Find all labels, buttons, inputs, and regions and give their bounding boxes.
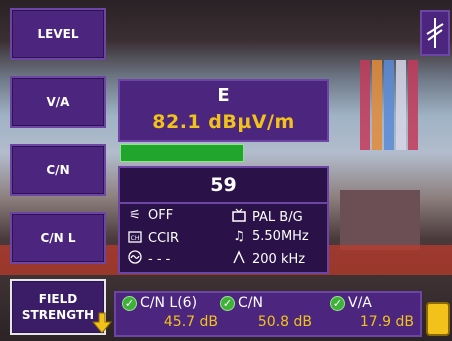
colour-system-value: - - - — [148, 251, 171, 267]
audio-carrier-cell: ♫ 5.50MHz — [232, 229, 309, 244]
channel-number: 59 — [210, 174, 237, 196]
colour-system-cell: - - - — [128, 250, 170, 268]
antenna-button[interactable] — [420, 10, 450, 56]
check-icon: ✓ — [220, 295, 235, 311]
menu-button-va[interactable]: V/A — [10, 76, 106, 128]
level-panel: E 82.1 dBµV/m — [118, 79, 329, 142]
level-bar — [120, 144, 244, 162]
menu-button-label-line1: FIELD — [38, 292, 78, 306]
svg-text:CH: CH — [131, 235, 140, 242]
channel-plan-value: CCIR — [148, 230, 180, 246]
measurement-va: ✓ V/A 17.9 dB — [322, 295, 414, 335]
bandwidth-cell: 200 kHz — [232, 250, 305, 268]
channel-info-panel: 59 ⚟ OFF PAL B/G CH CCIR ♫ 5.50MHz - - -… — [118, 166, 329, 274]
measurement-label: ✓ V/A — [322, 295, 414, 311]
audio-carrier-value: 5.50MHz — [252, 229, 309, 244]
bandwidth-icon — [232, 250, 246, 268]
info-row: ⚟ OFF PAL B/G — [120, 208, 327, 228]
antenna-icon — [426, 18, 444, 48]
measurement-cn: ✓ C/N 50.8 dB — [220, 295, 312, 335]
menu-button-label-line2: STRENGTH — [21, 308, 95, 322]
measurement-label-text: V/A — [348, 295, 372, 311]
tv-standard-cell: PAL B/G — [232, 208, 303, 226]
check-icon: ✓ — [122, 295, 137, 311]
measurement-value: 50.8 dB — [257, 314, 312, 330]
measurement-label: ✓ C/N L(6) — [122, 295, 218, 311]
music-note-icon: ♫ — [233, 229, 245, 244]
measurement-cnl: ✓ C/N L(6) 45.7 dB — [122, 295, 218, 335]
menu-button-cn[interactable]: C/N — [10, 144, 106, 196]
menu-button-level[interactable]: LEVEL — [10, 8, 106, 60]
background-stripe — [396, 60, 406, 150]
channel-letter: E — [217, 85, 230, 106]
measurement-strip: ✓ C/N L(6) 45.7 dB ✓ C/N 50.8 dB ✓ V/A 1… — [114, 291, 422, 337]
measurement-value: 17.9 dB — [359, 314, 414, 330]
filter-cell: ⚟ OFF — [128, 208, 173, 223]
channel-plan-icon: CH — [128, 229, 142, 247]
panel-divider — [120, 202, 327, 204]
menu-button-label: LEVEL — [37, 27, 79, 41]
menu-button-cnl[interactable]: C/N L — [10, 212, 106, 264]
menu-button-label: V/A — [46, 95, 70, 109]
background-stripe — [372, 60, 382, 150]
tv-icon — [232, 208, 246, 226]
menu-button-label: C/N L — [40, 231, 76, 245]
measurement-label-text: C/N L(6) — [140, 295, 198, 311]
filter-value: OFF — [148, 208, 174, 223]
channel-plan-cell: CH CCIR — [128, 229, 179, 247]
bandwidth-value: 200 kHz — [252, 251, 306, 267]
filter-icon: ⚟ — [129, 208, 141, 223]
measurement-label-text: C/N — [238, 295, 263, 311]
background-stripe — [384, 60, 394, 150]
check-icon: ✓ — [330, 295, 345, 311]
level-value: 82.1 dBµV/m — [152, 111, 295, 133]
level-bar-track — [118, 142, 329, 166]
scroll-down-arrow-icon[interactable] — [92, 312, 112, 334]
measurement-value: 45.7 dB — [163, 314, 218, 330]
side-indicator — [426, 302, 450, 336]
inset-video — [340, 190, 420, 250]
measurement-label: ✓ C/N — [220, 295, 312, 311]
info-row: CH CCIR ♫ 5.50MHz — [120, 229, 327, 249]
menu-button-label: C/N — [46, 163, 70, 177]
tv-standard-value: PAL B/G — [252, 209, 303, 225]
colour-system-icon — [128, 250, 142, 268]
info-row: - - - 200 kHz — [120, 250, 327, 270]
background-stripe — [360, 60, 370, 150]
background-stripe — [408, 60, 418, 150]
